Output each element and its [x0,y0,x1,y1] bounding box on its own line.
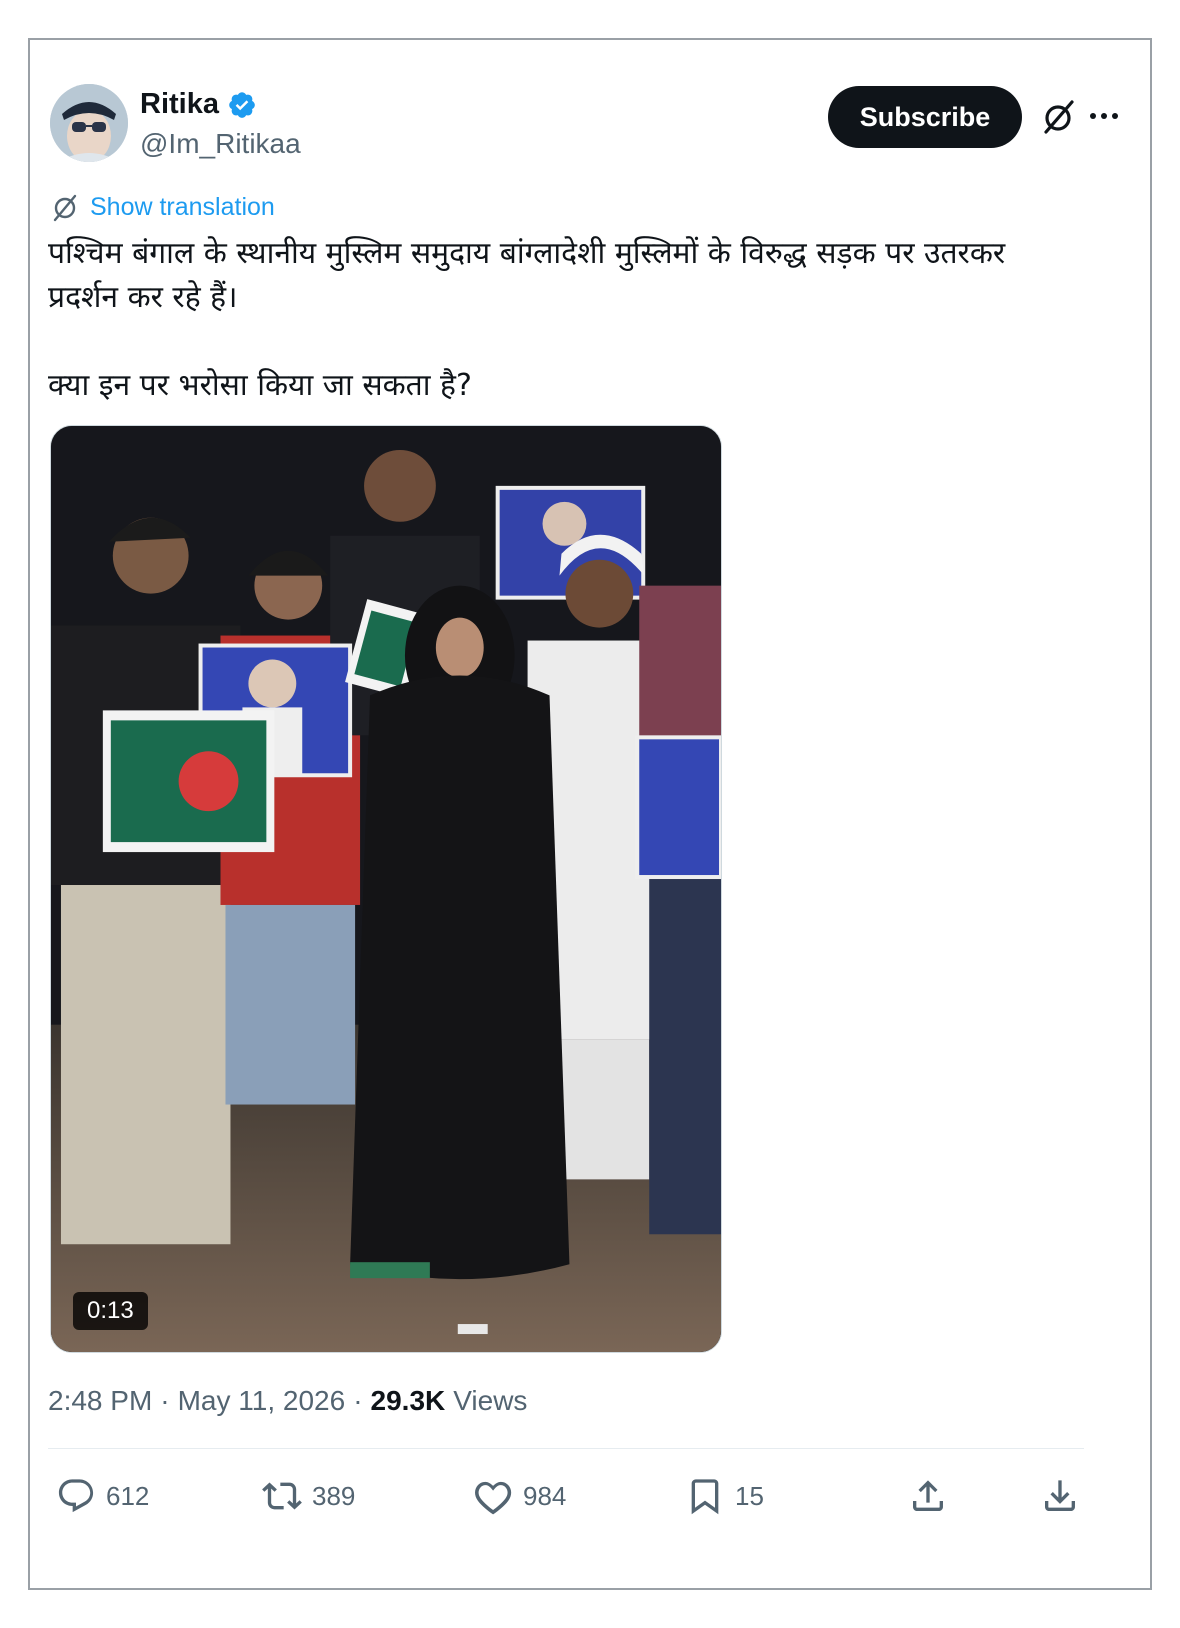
translate-icon [53,194,77,222]
repost-count: 389 [312,1480,356,1511]
display-name[interactable]: Ritika [140,88,219,121]
meta-separator: · [160,1385,170,1416]
divider [48,1448,1084,1449]
bookmark-icon [691,1479,719,1515]
video-duration: 0:13 [73,1292,148,1330]
tweet-meta: 2:48 PM · May 11, 2026 · 29.3K Views [48,1385,527,1417]
bookmark-button[interactable]: 15 [685,1468,764,1524]
reply-count: 612 [106,1480,150,1511]
like-button[interactable]: 984 [473,1468,566,1524]
views-label: Views [453,1385,528,1416]
like-count: 984 [523,1480,567,1511]
subscribe-button[interactable]: Subscribe [828,86,1022,148]
repost-icon [262,1482,302,1510]
author-handle[interactable]: @Im_Ritikaa [140,128,301,160]
author-name-row[interactable]: Ritika [140,88,257,121]
verified-badge-icon [229,91,255,118]
tweet-time[interactable]: 2:48 PM [48,1385,152,1417]
download-button[interactable] [1040,1468,1080,1524]
grok-icon[interactable] [1038,96,1078,136]
video-player[interactable]: 0:13 [50,425,722,1353]
repost-button[interactable]: 389 [262,1468,355,1524]
download-icon [1045,1480,1075,1511]
reply-icon [58,1479,94,1513]
avatar[interactable] [50,84,128,162]
meta-separator: · [353,1385,363,1416]
show-translation-link[interactable]: Show translation [90,193,275,222]
tweet-card: Ritika @Im_Ritikaa Subscribe Show transl… [28,38,1152,1590]
more-icon[interactable] [1082,96,1126,136]
views-count[interactable]: 29.3K [371,1385,446,1417]
share-icon [913,1480,943,1511]
reply-button[interactable]: 612 [56,1468,149,1524]
show-translation[interactable]: Show translation [50,192,275,222]
bookmark-count: 15 [735,1480,764,1511]
action-bar: 612 389 984 15 [48,1468,1088,1524]
tweet-date[interactable]: May 11, 2026 [178,1385,346,1417]
heart-icon [475,1481,512,1515]
tweet-text: पश्चिम बंगाल के स्थानीय मुस्लिम समुदाय ब… [48,236,1006,403]
share-button[interactable] [908,1468,948,1524]
video-thumbnail [51,426,721,1352]
